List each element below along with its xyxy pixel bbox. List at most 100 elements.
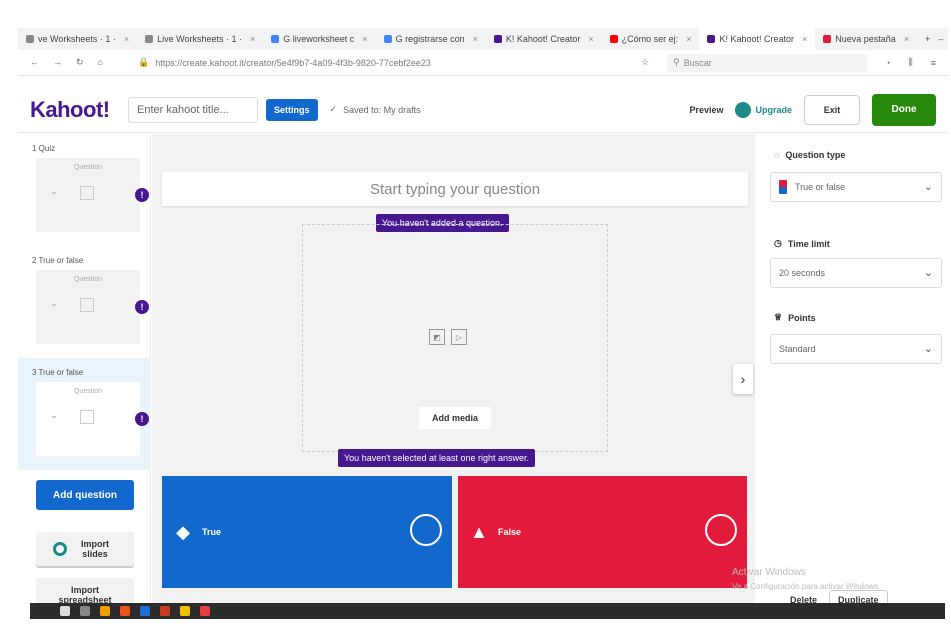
start-icon[interactable] <box>60 606 70 616</box>
search-icon: ⚲ <box>673 57 680 67</box>
url-text: https://create.kahoot.it/creator/5e4f9b7… <box>155 57 431 68</box>
bookmark-star-icon[interactable]: ☆ <box>641 57 649 68</box>
add-question-button[interactable]: Add question <box>36 480 134 510</box>
points-icon: ♕ <box>774 312 783 322</box>
tab-label: ¿Cómo ser ej: <box>621 34 679 44</box>
warning-icon[interactable]: ! <box>135 188 149 202</box>
chevron-right-icon[interactable]: › <box>733 364 753 394</box>
app-icon[interactable] <box>200 606 210 616</box>
tab-close-icon[interactable]: × <box>250 34 255 44</box>
points-select[interactable]: Standard ⌄ <box>770 334 942 364</box>
slide-label: 2 True or false <box>32 256 84 265</box>
slide-thumbnail[interactable]: Question <box>36 158 140 232</box>
back-icon[interactable]: ← <box>30 57 39 68</box>
kahoot-title-input[interactable]: Enter kahoot title... <box>128 96 258 123</box>
question-type-label: ◌ Question type <box>774 150 845 160</box>
url-field[interactable]: 🔒 https://create.kahoot.it/creator/5e4f9… <box>138 57 618 68</box>
upgrade-icon <box>735 101 752 118</box>
chevron-down-icon: ⌄ <box>923 181 933 193</box>
correct-answer-toggle[interactable] <box>705 514 737 546</box>
search-taskbar-icon[interactable] <box>80 606 90 616</box>
image-placeholder-icon <box>80 410 94 424</box>
extensions-icon[interactable]: ⫼ <box>909 57 913 68</box>
tab-close-icon[interactable]: × <box>904 34 909 44</box>
import-slides-button[interactable]: Import slides <box>36 532 134 566</box>
browser-search[interactable]: ⚲ Buscar <box>667 53 868 72</box>
tab-label: K! Kahoot! Creator <box>505 34 581 44</box>
slide-thumbnail[interactable]: Question <box>36 382 140 456</box>
points-text: Points <box>788 312 816 323</box>
media-drop-area[interactable]: ◩ ▷ Add media <box>302 224 608 452</box>
answer-true[interactable]: ◆ True <box>162 476 452 588</box>
image-placeholder-icon <box>80 298 94 312</box>
slide-label: 1 Quiz <box>32 144 56 153</box>
upgrade-label: Upgrade <box>755 104 792 115</box>
kahoot-header: Kahoot! Enter kahoot title... Settings ✓… <box>18 87 948 133</box>
time-limit-label: ◷ Time limit <box>774 238 830 249</box>
reload-icon[interactable]: ↻ <box>76 57 84 68</box>
question-input[interactable]: Start typing your question <box>162 172 748 206</box>
home-icon[interactable]: ⌂ <box>98 57 103 68</box>
exit-button[interactable]: Exit <box>804 94 860 125</box>
tab-favicon-icon <box>26 35 34 43</box>
powerpoint-icon[interactable] <box>160 606 170 616</box>
question-type-select[interactable]: True or false ⌄ <box>770 172 942 202</box>
header-actions: Preview Upgrade Exit Done <box>689 93 948 126</box>
menu-icon[interactable]: ≡ <box>931 58 936 68</box>
browser-tab-bar: ve Worksheets · 1 · × Live Worksheets · 1 … <box>18 28 948 50</box>
chevron-down-icon: ⌄ <box>923 343 933 355</box>
slide-sidebar: 1 Quiz Question ! 2 True or false Questi… <box>18 134 151 612</box>
slide-item-2[interactable]: 2 True or false Question ! <box>18 246 151 358</box>
file-explorer-icon[interactable] <box>100 606 110 616</box>
timer-placeholder <box>52 304 56 306</box>
answer-false[interactable]: ▲ False <box>458 476 747 588</box>
warning-icon[interactable]: ! <box>135 300 149 314</box>
tab-label: G liveworksheet c <box>283 34 355 44</box>
add-media-button[interactable]: Add media <box>419 407 491 429</box>
done-button[interactable]: Done <box>872 93 936 126</box>
minimize-icon[interactable]: – <box>938 34 943 45</box>
browser-tab[interactable]: ¿Cómo ser ej: × <box>602 28 700 50</box>
tab-close-icon[interactable]: × <box>124 34 129 44</box>
tab-close-icon[interactable]: × <box>588 34 593 44</box>
tab-close-icon[interactable]: × <box>473 34 478 44</box>
folder-icon[interactable] <box>180 606 190 616</box>
browser-tab[interactable]: K! Kahoot! Creator × <box>699 28 816 50</box>
preview-button[interactable]: Preview <box>689 105 723 115</box>
browser-tab[interactable]: Live Worksheets · 1 · × <box>137 28 263 50</box>
tab-label: G registrarse con <box>395 34 465 44</box>
pocket-icon[interactable]: ◔ <box>885 58 890 68</box>
tab-close-icon[interactable]: × <box>802 34 807 44</box>
word-icon[interactable] <box>140 606 150 616</box>
diamond-icon: ◆ <box>176 521 190 542</box>
tab-label: ve Worksheets · 1 · <box>38 34 116 44</box>
slide-item-1[interactable]: 1 Quiz Question ! <box>18 134 151 246</box>
slide-item-3[interactable]: 3 True or false Question ! <box>18 358 151 470</box>
question-type-value: True or false <box>795 182 846 192</box>
warning-icon[interactable]: ! <box>135 412 149 426</box>
browser-tab[interactable]: G liveworksheet c × <box>263 28 375 50</box>
browser-tab[interactable]: Nueva pestaña × <box>815 28 917 50</box>
triangle-icon: ▲ <box>470 521 488 542</box>
tab-close-icon[interactable]: × <box>686 34 691 44</box>
slides-icon <box>53 542 67 556</box>
correct-answer-toggle[interactable] <box>410 514 442 546</box>
firefox-icon[interactable] <box>120 606 130 616</box>
browser-tab[interactable]: K! Kahoot! Creator × <box>486 28 602 50</box>
saved-text: Saved to: My drafts <box>343 104 421 115</box>
slide-thumbnail[interactable]: Question <box>36 270 140 344</box>
slide-label: 3 True or false <box>32 368 84 377</box>
kahoot-logo[interactable]: Kahoot! <box>18 97 128 123</box>
upgrade-button[interactable]: Upgrade <box>735 101 792 118</box>
window-controls: – ▢ ✕ <box>938 34 948 45</box>
settings-button[interactable]: Settings <box>266 98 318 121</box>
new-tab-button[interactable]: + <box>917 28 938 50</box>
time-limit-select[interactable]: 20 seconds ⌄ <box>770 258 942 288</box>
browser-tab[interactable]: G registrarse con × <box>376 28 486 50</box>
tab-favicon-icon <box>493 35 502 43</box>
tab-label: K! Kahoot! Creator <box>719 34 794 44</box>
tab-close-icon[interactable]: × <box>362 34 367 44</box>
answer-label: False <box>498 527 522 537</box>
forward-icon[interactable]: → <box>53 57 62 68</box>
browser-tab[interactable]: ve Worksheets · 1 · × <box>18 28 137 50</box>
